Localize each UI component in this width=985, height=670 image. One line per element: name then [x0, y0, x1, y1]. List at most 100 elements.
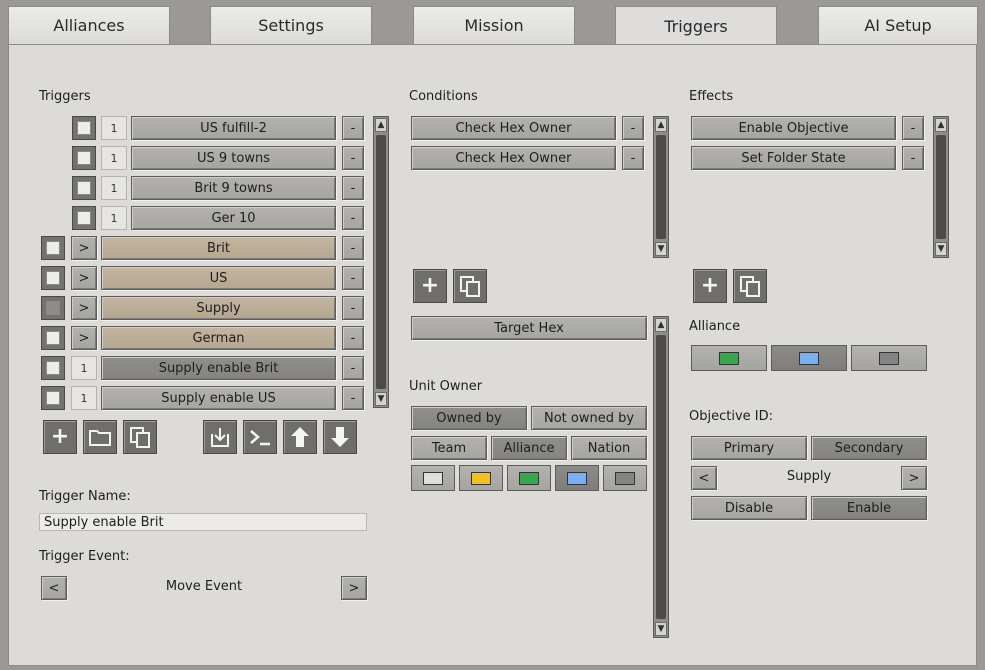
color-option-blue[interactable] — [555, 465, 599, 491]
scroll-down-arrow[interactable]: ▼ — [935, 242, 947, 256]
add-folder-button[interactable] — [83, 420, 117, 454]
trigger-checkbox[interactable] — [41, 386, 65, 410]
secondary-button[interactable]: Secondary — [811, 436, 927, 460]
color-option-gray[interactable] — [603, 465, 647, 491]
add-condition-button[interactable]: + — [413, 269, 447, 303]
remove-trigger-button[interactable]: - — [342, 116, 364, 140]
expand-folder-button[interactable]: > — [71, 296, 97, 320]
trigger-folder[interactable]: US — [101, 266, 336, 290]
move-up-button[interactable] — [283, 420, 317, 454]
tab-ai-setup[interactable]: AI Setup — [818, 6, 978, 44]
expand-folder-button[interactable]: > — [71, 266, 97, 290]
remove-condition-button[interactable]: - — [622, 146, 644, 170]
remove-trigger-button[interactable]: - — [342, 146, 364, 170]
primary-button[interactable]: Primary — [691, 436, 807, 460]
trigger-checkbox[interactable] — [72, 176, 96, 200]
tab-triggers[interactable]: Triggers — [615, 6, 777, 46]
target-hex-button[interactable]: Target Hex — [411, 316, 647, 340]
color-option-green[interactable] — [507, 465, 551, 491]
color-option-yellow[interactable] — [459, 465, 503, 491]
console-button[interactable] — [243, 420, 277, 454]
trigger-item[interactable]: Ger 10 — [131, 206, 336, 230]
scroll-track[interactable] — [656, 135, 666, 239]
add-effect-button[interactable]: + — [693, 269, 727, 303]
enable-button[interactable]: Enable — [811, 496, 927, 520]
remove-trigger-button[interactable]: - — [342, 206, 364, 230]
not-owned-by-button[interactable]: Not owned by — [531, 406, 647, 430]
team-button[interactable]: Team — [411, 436, 487, 460]
remove-trigger-button[interactable]: - — [342, 296, 364, 320]
alliance-option-green[interactable] — [691, 345, 767, 371]
owned-by-button[interactable]: Owned by — [411, 406, 527, 430]
condition-item[interactable]: Check Hex Owner — [411, 116, 616, 140]
objective-next-button[interactable]: > — [901, 466, 927, 490]
trigger-folder[interactable]: Supply — [101, 296, 336, 320]
trigger-checkbox[interactable] — [41, 266, 65, 290]
copy-trigger-button[interactable] — [123, 420, 157, 454]
remove-trigger-button[interactable]: - — [342, 176, 364, 200]
event-next-button[interactable]: > — [341, 576, 367, 600]
move-down-button[interactable] — [323, 420, 357, 454]
scroll-up-arrow[interactable]: ▲ — [375, 118, 387, 132]
trigger-event-label: Trigger Event: — [39, 549, 130, 564]
expand-folder-button[interactable]: > — [71, 326, 97, 350]
remove-trigger-button[interactable]: - — [342, 356, 364, 380]
alliance-button[interactable]: Alliance — [491, 436, 567, 460]
remove-effect-button[interactable]: - — [902, 146, 924, 170]
trigger-count: 1 — [101, 176, 127, 200]
triggers-scrollbar[interactable]: ▲ ▼ — [373, 116, 389, 408]
event-prev-button[interactable]: < — [41, 576, 67, 600]
effects-scrollbar[interactable]: ▲ ▼ — [933, 116, 949, 258]
scroll-down-arrow[interactable]: ▼ — [375, 392, 387, 406]
trigger-checkbox[interactable] — [41, 356, 65, 380]
scroll-up-arrow[interactable]: ▲ — [655, 118, 667, 132]
add-trigger-button[interactable]: + — [43, 420, 77, 454]
scroll-up-arrow[interactable]: ▲ — [655, 318, 667, 332]
conditions-scrollbar[interactable]: ▲ ▼ — [653, 116, 669, 258]
alliance-option-blue[interactable] — [771, 345, 847, 371]
trigger-item[interactable]: US 9 towns — [131, 146, 336, 170]
nation-button[interactable]: Nation — [571, 436, 647, 460]
copy-condition-button[interactable] — [453, 269, 487, 303]
scroll-track[interactable] — [376, 135, 386, 389]
trigger-checkbox[interactable] — [72, 206, 96, 230]
trigger-item[interactable]: Supply enable US — [101, 386, 336, 410]
trigger-item-selected[interactable]: Supply enable Brit — [101, 356, 336, 380]
remove-condition-button[interactable]: - — [622, 116, 644, 140]
trigger-folder[interactable]: Brit — [101, 236, 336, 260]
alliance-option-gray[interactable] — [851, 345, 927, 371]
trigger-checkbox[interactable] — [72, 116, 96, 140]
effect-item[interactable]: Enable Objective — [691, 116, 896, 140]
trigger-name-input[interactable]: Supply enable Brit — [39, 513, 367, 531]
expand-folder-button[interactable]: > — [71, 236, 97, 260]
trigger-folder[interactable]: German — [101, 326, 336, 350]
scroll-down-arrow[interactable]: ▼ — [655, 242, 667, 256]
condition-detail-scrollbar[interactable]: ▲ ▼ — [653, 316, 669, 638]
trigger-checkbox[interactable] — [41, 296, 65, 320]
remove-trigger-button[interactable]: - — [342, 386, 364, 410]
scroll-up-arrow[interactable]: ▲ — [935, 118, 947, 132]
scroll-down-arrow[interactable]: ▼ — [655, 622, 667, 636]
color-option-white[interactable] — [411, 465, 455, 491]
trigger-checkbox[interactable] — [41, 236, 65, 260]
tab-alliances[interactable]: Alliances — [8, 6, 170, 44]
disable-button[interactable]: Disable — [691, 496, 807, 520]
scroll-track[interactable] — [656, 335, 666, 619]
conditions-heading: Conditions — [409, 89, 478, 104]
trigger-item[interactable]: Brit 9 towns — [131, 176, 336, 200]
trigger-checkbox[interactable] — [72, 146, 96, 170]
tab-settings[interactable]: Settings — [210, 6, 372, 44]
tab-mission[interactable]: Mission — [413, 6, 575, 44]
trigger-item[interactable]: US fulfill-2 — [131, 116, 336, 140]
objective-prev-button[interactable]: < — [691, 466, 717, 490]
remove-trigger-button[interactable]: - — [342, 266, 364, 290]
copy-effect-button[interactable] — [733, 269, 767, 303]
remove-effect-button[interactable]: - — [902, 116, 924, 140]
remove-trigger-button[interactable]: - — [342, 236, 364, 260]
condition-item[interactable]: Check Hex Owner — [411, 146, 616, 170]
import-button[interactable] — [203, 420, 237, 454]
remove-trigger-button[interactable]: - — [342, 326, 364, 350]
trigger-checkbox[interactable] — [41, 326, 65, 350]
scroll-track[interactable] — [936, 135, 946, 239]
effect-item[interactable]: Set Folder State — [691, 146, 896, 170]
